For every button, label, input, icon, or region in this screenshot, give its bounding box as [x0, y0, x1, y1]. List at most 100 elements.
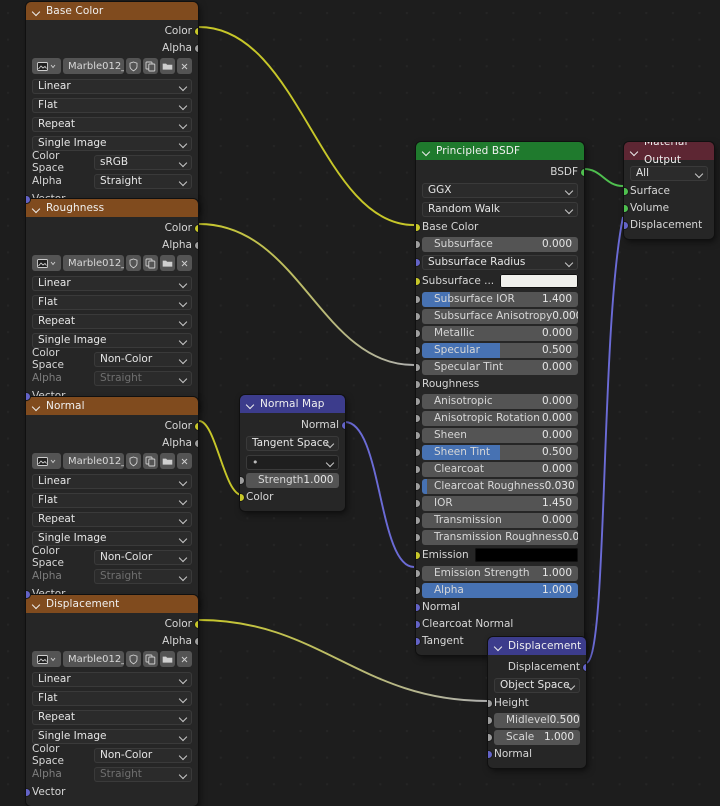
chevron-down-icon[interactable]	[246, 400, 255, 409]
socket-color-in[interactable]	[240, 493, 244, 501]
bsdf-input-metallic[interactable]: Metallic 0.000	[416, 325, 578, 341]
unlink-close-icon[interactable]	[177, 255, 192, 271]
socket-in[interactable]	[416, 346, 420, 354]
image-name-field[interactable]: Marble012_2K...	[63, 453, 124, 469]
node-roughness[interactable]: Roughness Color Alpha Marble012_2K...	[26, 199, 198, 410]
bsdf-input-subsurface-radius[interactable]: Subsurface Radius	[416, 253, 578, 271]
socket-bsdf-out[interactable]	[580, 168, 584, 176]
chevron-down-icon[interactable]	[32, 7, 41, 16]
socket-in[interactable]	[416, 448, 420, 456]
target-dropdown[interactable]: All	[630, 164, 708, 182]
bsdf-input-ior[interactable]: IOR 1.450	[416, 495, 578, 511]
value-slider[interactable]: Subsurface IOR 1.400	[422, 291, 578, 307]
unlink-close-icon[interactable]	[177, 58, 192, 74]
bsdf-input-subsurface[interactable]: Subsurface 0.000	[416, 236, 578, 252]
extension-dropdown[interactable]: Repeat	[32, 115, 192, 133]
unlink-close-icon[interactable]	[177, 651, 192, 667]
socket-in[interactable]	[416, 465, 420, 473]
space-dropdown[interactable]: Object Space	[494, 676, 580, 694]
node-header-normal-map[interactable]: Normal Map	[240, 395, 345, 413]
socket-in[interactable]	[416, 586, 420, 594]
browse-image-button[interactable]	[32, 651, 61, 667]
browse-image-button[interactable]	[32, 58, 61, 74]
value-slider[interactable]: Emission Strength 1.000	[422, 565, 578, 581]
new-image-copy-icon[interactable]	[143, 58, 158, 74]
node-header-normal[interactable]: Normal	[26, 397, 198, 415]
chevron-down-icon[interactable]	[422, 147, 431, 156]
node-principled-bsdf[interactable]: Principled BSDF BSDF GGX Random Walk Bas…	[416, 142, 584, 655]
socket-color-out[interactable]	[194, 620, 198, 628]
distribution-dropdown[interactable]: GGX	[422, 181, 578, 199]
socket-vector-in[interactable]	[26, 392, 30, 400]
bsdf-input-specular[interactable]: Specular 0.500	[416, 342, 578, 358]
new-image-copy-icon[interactable]	[143, 651, 158, 667]
open-folder-icon[interactable]	[160, 651, 175, 667]
socket-in[interactable]	[416, 516, 420, 524]
input-midlevel[interactable]: Midlevel 0.500	[488, 712, 580, 728]
value-slider[interactable]: Metallic 0.000	[422, 325, 578, 341]
extension-dropdown[interactable]: Repeat	[32, 510, 192, 528]
socket-displacement-out[interactable]	[582, 663, 586, 671]
color-space-field[interactable]: Color Space Non-Color	[32, 347, 192, 371]
socket-in[interactable]	[416, 414, 420, 422]
node-header-base-color[interactable]: Base Color	[26, 2, 198, 20]
uv-map-field[interactable]: •	[246, 453, 339, 471]
projection-dropdown[interactable]: Flat	[32, 96, 192, 114]
bsdf-input-sheen-tint[interactable]: Sheen Tint 0.500	[416, 444, 578, 460]
new-image-copy-icon[interactable]	[143, 453, 158, 469]
socket-normal-in[interactable]	[488, 750, 492, 758]
bsdf-input-clearcoat-roughness[interactable]: Clearcoat Roughness 0.030	[416, 478, 578, 494]
socket-in[interactable]	[416, 551, 420, 559]
socket-in[interactable]	[416, 258, 420, 266]
node-displacement-texture[interactable]: Displacement Color Alpha Marble012_2K...	[26, 595, 198, 806]
chevron-down-icon[interactable]	[32, 600, 41, 609]
socket-in[interactable]	[416, 277, 420, 285]
socket-in[interactable]	[416, 482, 420, 490]
socket-vector-in[interactable]	[26, 195, 30, 203]
bsdf-input-anisotropic[interactable]: Anisotropic 0.000	[416, 393, 578, 409]
node-header-material-output[interactable]: Material Output	[624, 142, 714, 166]
new-image-copy-icon[interactable]	[143, 255, 158, 271]
value-slider[interactable]: Sheen Tint 0.500	[422, 444, 578, 460]
node-header-displacement[interactable]: Displacement	[488, 637, 586, 655]
browse-image-button[interactable]	[32, 255, 61, 271]
chevron-down-icon[interactable]	[494, 642, 503, 651]
socket-surface-in[interactable]	[624, 187, 628, 195]
value-slider[interactable]: IOR 1.450	[422, 495, 578, 511]
socket-in[interactable]	[416, 499, 420, 507]
interpolation-dropdown[interactable]: Linear	[32, 670, 192, 688]
extension-dropdown[interactable]: Repeat	[32, 708, 192, 726]
socket-height-in[interactable]	[488, 699, 492, 707]
color-space-field[interactable]: Color Space sRGB	[32, 150, 192, 174]
input-strength[interactable]: Strength 1.000	[240, 472, 339, 488]
socket-color-out[interactable]	[194, 27, 198, 35]
node-normal-texture[interactable]: Normal Color Alpha Marble012_2K...	[26, 397, 198, 608]
socket-in[interactable]	[416, 569, 420, 577]
bsdf-input-emission[interactable]: Emission	[416, 546, 578, 564]
socket-alpha-out[interactable]	[194, 241, 198, 249]
socket-in[interactable]	[416, 363, 420, 371]
chevron-down-icon[interactable]	[32, 204, 41, 213]
bsdf-input-specular-tint[interactable]: Specular Tint 0.000	[416, 359, 578, 375]
interpolation-dropdown[interactable]: Linear	[32, 274, 192, 292]
socket-in[interactable]	[416, 637, 420, 645]
socket-scale-in[interactable]	[488, 733, 492, 741]
space-dropdown[interactable]: Tangent Space	[246, 434, 339, 452]
fake-user-shield-icon[interactable]	[126, 651, 141, 667]
socket-in[interactable]	[416, 380, 420, 388]
socket-volume-in[interactable]	[624, 204, 628, 212]
value-slider[interactable]: Anisotropic 0.000	[422, 393, 578, 409]
value-slider[interactable]: Specular Tint 0.000	[422, 359, 578, 375]
value-slider[interactable]: Subsurface 0.000	[422, 236, 578, 252]
value-slider[interactable]: Clearcoat 0.000	[422, 461, 578, 477]
socket-in[interactable]	[416, 223, 420, 231]
value-slider[interactable]: Clearcoat Roughness 0.030	[422, 478, 578, 494]
socket-normal-out[interactable]	[341, 421, 345, 429]
socket-vector-in[interactable]	[26, 590, 30, 598]
socket-alpha-out[interactable]	[194, 439, 198, 447]
socket-vector-in[interactable]	[26, 788, 30, 796]
socket-in[interactable]	[416, 329, 420, 337]
open-folder-icon[interactable]	[160, 255, 175, 271]
image-name-field[interactable]: Marble012_2K...	[63, 58, 124, 74]
color-space-field[interactable]: Color Space Non-Color	[32, 545, 192, 569]
